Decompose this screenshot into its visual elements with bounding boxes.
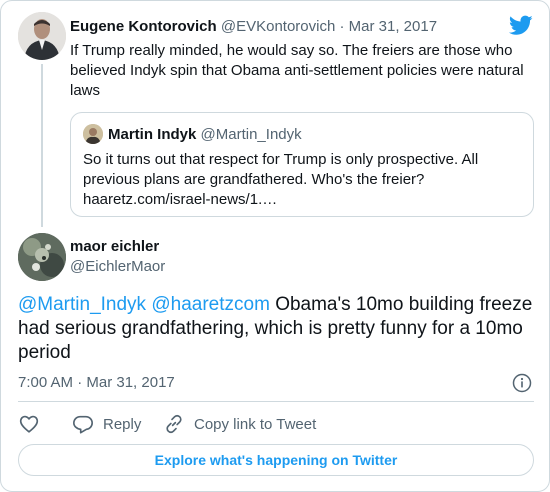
main-author-avatar[interactable]: [18, 233, 66, 281]
quoted-author-avatar: [83, 124, 103, 144]
reply-label: Reply: [103, 415, 142, 433]
tweet-timestamp[interactable]: 7:00 AM · Mar 31, 2017: [18, 374, 175, 392]
thread-connector-line: [41, 64, 43, 227]
divider: [18, 401, 534, 402]
quoted-text-line: So it turns out that respect for Trump i…: [83, 151, 479, 168]
parent-author-avatar[interactable]: [18, 12, 66, 60]
link-icon: [166, 414, 182, 434]
quoted-link: haaretz.com/israel-news/1.…: [83, 191, 278, 208]
main-author-handle[interactable]: @EichlerMaor: [70, 258, 165, 276]
parent-author-handle[interactable]: @EVKontorovich: [221, 18, 335, 35]
main-author-name[interactable]: maor eichler: [70, 238, 159, 256]
quoted-author-handle: @Martin_Indyk: [200, 126, 302, 143]
quoted-text-line: previous plans are grandfathered. Who's …: [83, 171, 425, 188]
parent-tweet-header: Eugene Kontorovich @EVKontorovich · Mar …: [70, 18, 437, 36]
parent-author-name[interactable]: Eugene Kontorovich: [70, 18, 217, 35]
twitter-bird-icon[interactable]: [509, 15, 533, 36]
info-icon[interactable]: [512, 373, 532, 393]
parent-tweet-text: If Trump really minded, he would say so.…: [70, 42, 524, 99]
tweet-embed-card: Eugene Kontorovich @EVKontorovich · Mar …: [0, 0, 550, 492]
header-separator: ·: [339, 18, 345, 35]
main-tweet-text: @Martin_Indyk @haaretzcom Obama's 10mo b…: [18, 293, 534, 365]
mention-link[interactable]: @haaretzcom: [151, 294, 270, 315]
quoted-tweet-header: Martin Indyk @Martin_Indyk: [108, 126, 302, 144]
mention-link[interactable]: @Martin_Indyk: [18, 294, 146, 315]
parent-tweet-date[interactable]: Mar 31, 2017: [349, 18, 437, 35]
explore-twitter-button[interactable]: Explore what's happening on Twitter: [18, 444, 534, 476]
quoted-author-name: Martin Indyk: [108, 126, 197, 143]
copy-link-label: Copy link to Tweet: [194, 415, 317, 433]
reply-icon: [73, 415, 93, 434]
reply-button[interactable]: Reply: [72, 412, 141, 436]
copy-link-button[interactable]: Copy link to Tweet: [163, 412, 316, 436]
heart-icon: [19, 415, 39, 433]
like-button[interactable]: [18, 412, 40, 436]
quoted-tweet-text: So it turns out that respect for Trump i…: [83, 150, 523, 210]
quoted-tweet[interactable]: Martin Indyk @Martin_Indyk So it turns o…: [70, 112, 534, 217]
